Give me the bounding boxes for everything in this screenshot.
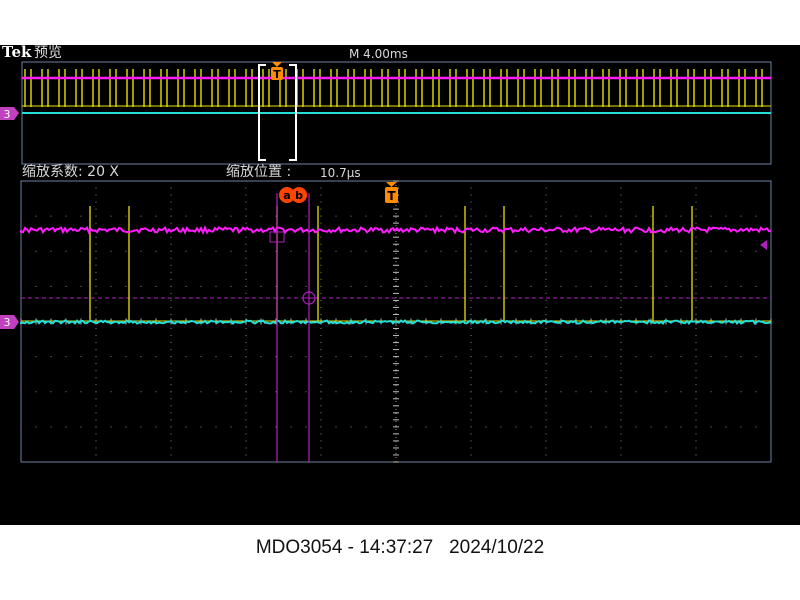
cyan-channel-trace xyxy=(20,318,772,325)
svg-text:T: T xyxy=(387,189,396,203)
trigger-level-arrow xyxy=(760,240,767,250)
grid-dots xyxy=(20,180,772,463)
svg-text:T: T xyxy=(273,68,281,81)
overview-trigger-marker: T xyxy=(271,62,283,81)
brand-logo: Tek xyxy=(2,45,32,61)
cursor-a-label: a xyxy=(279,187,295,203)
instrument-timestamp: MDO3054 - 14:37:27 2024/10/22 xyxy=(255,537,545,558)
zoom-position-value: 10.7μs xyxy=(320,166,361,180)
magenta-channel-trace xyxy=(20,225,772,235)
timebase-readout: M 4.00ms xyxy=(349,47,408,61)
center-axes xyxy=(20,180,772,463)
cursor-a-readout-box xyxy=(269,231,285,243)
cursor-b-label: b xyxy=(291,187,307,203)
zoom-position-label: 缩放位置 : xyxy=(226,164,292,180)
overview-yellow-trace xyxy=(22,69,771,107)
mode-label: 预览 xyxy=(34,45,62,61)
svg-text:3: 3 xyxy=(4,316,11,329)
oscilloscope-screen: T a b T 3 3 Tek 预览 M 4.00ms 缩放系数: 20 X 缩… xyxy=(0,45,800,525)
overview-waveform-panel: T xyxy=(21,61,772,165)
svg-text:a: a xyxy=(283,189,290,202)
main-channel-3-marker: 3 xyxy=(0,315,19,329)
zoom-factor-readout: 缩放系数: 20 X xyxy=(22,164,120,180)
graticule-frame xyxy=(20,180,772,463)
svg-text:b: b xyxy=(295,189,303,202)
main-trigger-marker: T xyxy=(385,182,398,203)
cursor-crosshair xyxy=(301,290,317,306)
footer: MDO3054 - 14:37:27 2024/10/22 xyxy=(0,525,800,600)
yellow-channel-pulses xyxy=(21,206,771,322)
